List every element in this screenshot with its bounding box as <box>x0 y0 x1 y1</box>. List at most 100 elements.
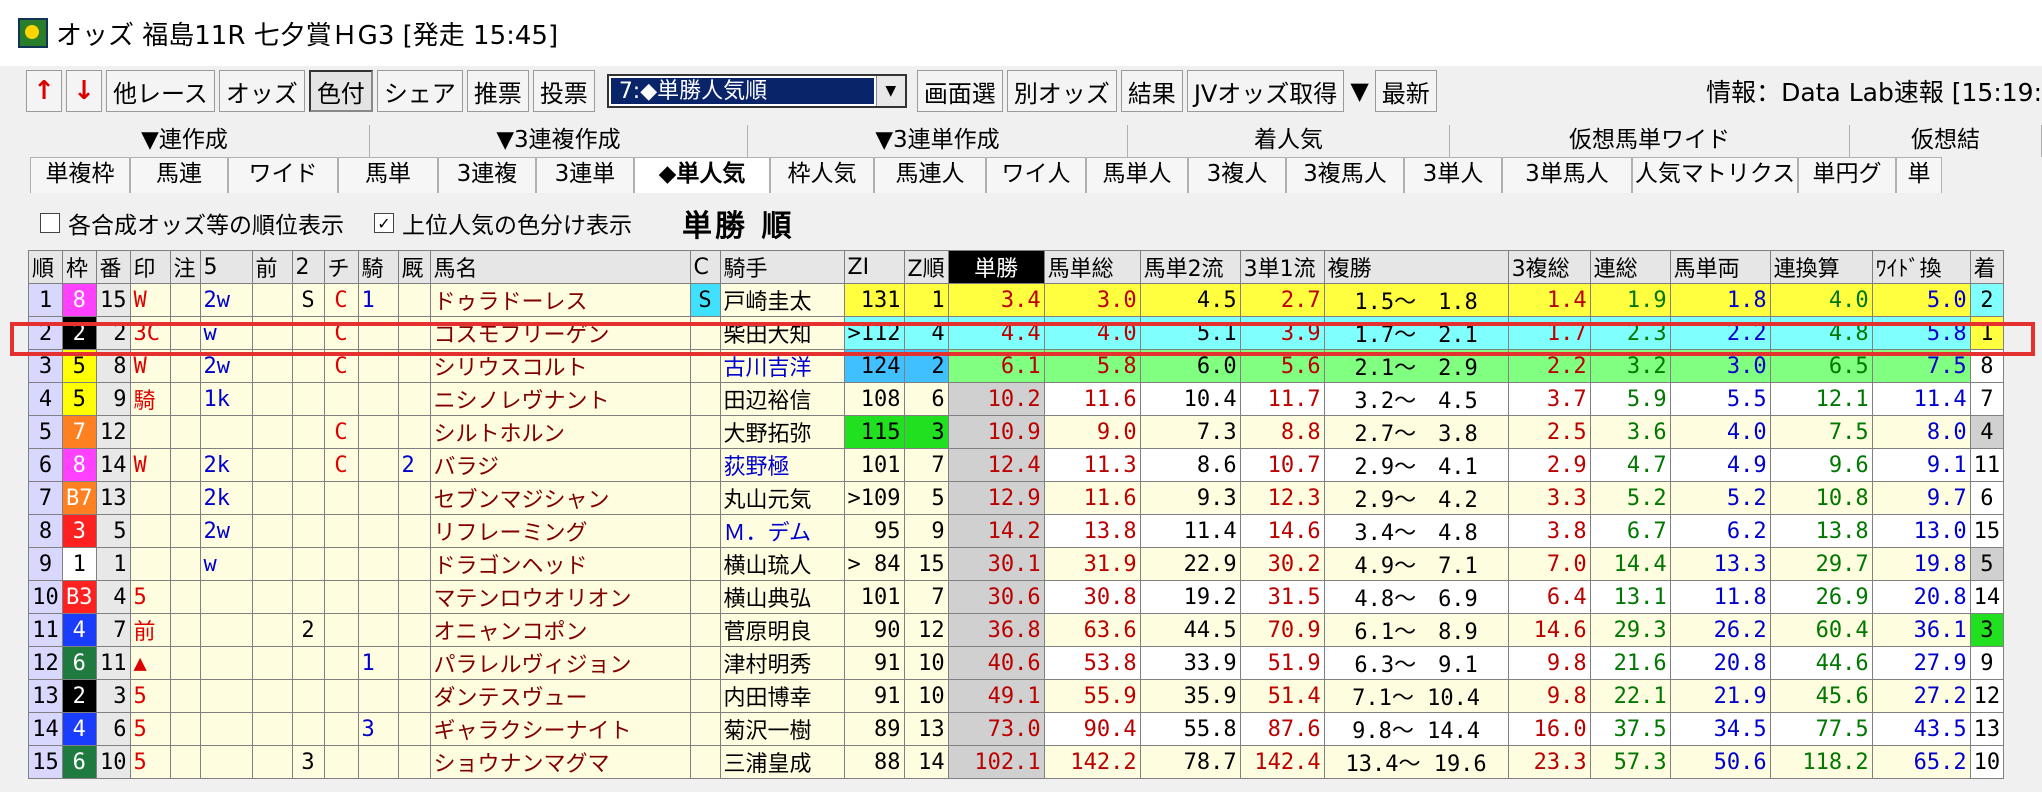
column-header[interactable]: 連換算 <box>1769 250 1873 284</box>
column-header[interactable]: 印 <box>129 250 171 284</box>
column-header[interactable]: 枠 <box>62 250 97 284</box>
table-row[interactable]: 4 5 9 騎 1k ニシノレヴナント 田辺裕信 108 6 10.2 11.6 10.4 11.7 3.… <box>28 382 2005 416</box>
table-cell <box>397 613 431 647</box>
column-header[interactable]: 馬単2流 <box>1139 250 1241 284</box>
suggest-button[interactable]: 推票 <box>466 70 529 112</box>
tab-tan-ninki[interactable]: ◆単人気 <box>634 157 770 193</box>
rank-display-checkbox[interactable] <box>40 213 60 233</box>
table-cell <box>397 514 431 548</box>
column-header[interactable]: 騎手 <box>719 250 845 284</box>
tab-3tan-uma-ninki[interactable]: 3単馬人 <box>1502 157 1632 193</box>
tab-wide-ninki[interactable]: ワイ人 <box>986 157 1086 193</box>
table-cell <box>251 382 293 416</box>
table-cell: 10.7 <box>1239 448 1325 482</box>
tab-tan-en-graph[interactable]: 単円グ <box>1798 157 1896 193</box>
chevron-down-icon[interactable]: ▼ <box>875 76 905 106</box>
column-header[interactable]: 複勝 <box>1323 250 1509 284</box>
tab-umaren-ninki[interactable]: 馬連人 <box>874 157 986 193</box>
table-row[interactable]: 2 2 2 3C w C コスモフリーゲン 柴田大知 >112 4 4.4 4.0 5.1 3.9 1.7〜… <box>28 316 2005 350</box>
column-header[interactable]: 3複総 <box>1507 250 1591 284</box>
column-header[interactable]: 馬単総 <box>1043 250 1141 284</box>
column-header[interactable]: 2 <box>291 250 325 284</box>
column-header[interactable]: 厩 <box>397 250 431 284</box>
tab-group-ren[interactable]: ▼連作成 <box>0 125 370 157</box>
table-row[interactable]: 1 8 15 W 2w S C 1 ドゥラドーレス S 戸崎圭太 131 1 3.4 3.0 4.5 2.7 1.… <box>28 283 2005 317</box>
table-row[interactable]: 8 3 5 2w リフレーミング Ｍ．デム 95 9 14.2 13.8 11.4 14.6 3.4〜 … <box>28 514 2005 548</box>
tab-3puku-uma-ninki[interactable]: 3複馬人 <box>1286 157 1404 193</box>
table-cell: 88 <box>843 745 905 779</box>
column-header[interactable]: 5 <box>199 250 253 284</box>
tab-3renpuku[interactable]: 3連複 <box>438 157 536 193</box>
tab-wide[interactable]: ワイド <box>228 157 338 193</box>
latest-button[interactable]: 最新 <box>1374 70 1437 112</box>
tab-group-chaku[interactable]: 着人気 <box>1128 125 1450 157</box>
table-row[interactable]: 7 B7 13 2k セブンマジシャン 丸山元気 >109 5 12.9 11.6 9.3 12.3 2… <box>28 481 2005 515</box>
column-header[interactable]: 3単1流 <box>1239 250 1325 284</box>
tab-group-kasou[interactable]: 仮想結 <box>1850 125 2042 157</box>
table-cell: 前 <box>129 613 171 647</box>
table-cell: 45.6 <box>1769 679 1873 713</box>
table-row[interactable]: 13 2 3 5 ダンテスヴュー 内田博幸 91 10 49.1 55.9 35.9 51.4 7.1〜… <box>28 679 2005 713</box>
table-row[interactable]: 11 4 7 前 2 オニャンコポン 菅原明良 90 12 36.8 63.6 44.5 70.9 6.1… <box>28 613 2005 647</box>
table-row[interactable]: 10 B3 4 5 マテンロウオリオン 横山典弘 101 7 30.6 30.8 19.2 31.5 4… <box>28 580 2005 614</box>
table-row[interactable]: 12 6 11 ▲ 1 パラレルヴィジョン 津村明秀 91 10 40.6 53.8 33.9 51.9… <box>28 646 2005 680</box>
table-cell: > 84 <box>843 547 905 581</box>
table-row[interactable]: 9 1 1 w ドラゴンヘッド 横山琉人 > 84 15 30.1 31.9 22.9 30.2 4.9… <box>28 547 2005 581</box>
column-header[interactable]: C <box>689 250 721 284</box>
column-header[interactable]: 注 <box>169 250 201 284</box>
down-arrow-button[interactable]: ↓ <box>66 70 102 112</box>
tab-3tan-ninki[interactable]: 3単人 <box>1404 157 1502 193</box>
table-cell: 6.5 <box>1769 349 1873 383</box>
column-header[interactable]: 騎 <box>357 250 399 284</box>
odds-button[interactable]: オッズ <box>218 70 305 112</box>
tab-tan-more[interactable]: 単 <box>1896 157 1942 193</box>
jv-odds-button[interactable]: JVオッズ取得 <box>1186 70 1345 112</box>
column-header[interactable]: 番 <box>95 250 131 284</box>
other-race-button[interactable]: 他レース <box>106 70 215 112</box>
jv-dropdown-button[interactable]: ▼ <box>1348 70 1370 112</box>
tab-group-3rentan[interactable]: ▼3連単作成 <box>748 125 1128 157</box>
tab-ninki-matrix[interactable]: 人気マトリクス <box>1632 157 1798 193</box>
column-header[interactable]: 連総 <box>1589 250 1671 284</box>
column-header[interactable]: 前 <box>251 250 293 284</box>
column-header[interactable]: ZI <box>843 250 905 284</box>
tab-tanpuku-waku[interactable]: 単複枠 <box>30 157 130 193</box>
tab-3puku-ninki[interactable]: 3複人 <box>1188 157 1286 193</box>
table-cell <box>397 481 431 515</box>
tab-3rentan[interactable]: 3連単 <box>536 157 634 193</box>
table-row[interactable]: 15 6 10 5 3 ショウナンマグマ 三浦皇成 88 14 102.1 142.2 78.7 142… <box>28 745 2005 779</box>
tab-umatan-ninki[interactable]: 馬単人 <box>1086 157 1188 193</box>
tab-row-1: ▼連作成 ▼3連複作成 ▼3連単作成 着人気 仮想馬単ワイド 仮想結 <box>0 125 2042 157</box>
other-odds-button[interactable]: 別オッズ <box>1006 70 1117 112</box>
table-cell: シルトホルン <box>429 415 691 449</box>
tab-group-3renpuku[interactable]: ▼3連複作成 <box>370 125 748 157</box>
tab-group-kasou-umatan[interactable]: 仮想馬単ワイド <box>1450 125 1850 157</box>
column-header[interactable]: 馬名 <box>429 250 691 284</box>
tab-umatan[interactable]: 馬単 <box>338 157 438 193</box>
column-header[interactable]: 単勝 <box>947 250 1045 284</box>
table-row[interactable]: 6 8 14 W 2k C 2 バラジ 荻野極 101 7 12.4 11.3 8.6 10.7 2.9〜 4… <box>28 448 2005 482</box>
view-select[interactable]: 7:◆単勝人気順 ▼ <box>606 74 907 108</box>
table-cell <box>323 514 359 548</box>
tab-waku-ninki[interactable]: 枠人気 <box>770 157 874 193</box>
column-header[interactable]: 着 <box>1969 250 2005 284</box>
color-split-checkbox[interactable]: ✓ <box>374 213 394 233</box>
vote-button[interactable]: 投票 <box>532 70 595 112</box>
table-row[interactable]: 3 5 8 W 2w C シリウスコルト 古川吉洋 124 2 6.1 5.8 6.0 5.6 2.1〜 2… <box>28 349 2005 383</box>
color-button[interactable]: 色付 <box>308 70 373 112</box>
column-header[interactable]: Z順 <box>903 250 949 284</box>
screen-select-button[interactable]: 画面選 <box>916 70 1003 112</box>
column-header[interactable]: 馬単両 <box>1669 250 1771 284</box>
table-cell: 1 <box>1969 316 2005 350</box>
table-cell: 142.4 <box>1239 745 1325 779</box>
share-button[interactable]: シェア <box>376 70 463 112</box>
column-header[interactable]: ﾜｲﾄﾞ換 <box>1871 250 1971 284</box>
column-header[interactable]: 順 <box>28 250 63 284</box>
table-row[interactable]: 14 4 6 5 3 ギャラクシーナイト 菊沢一樹 89 13 73.0 90.4 55.8 87.6 9… <box>28 712 2005 746</box>
table-row[interactable]: 5 7 12 C シルトホルン 大野拓弥 115 3 10.9 9.0 7.3 8.8 2.7〜 3.8… <box>28 415 2005 449</box>
result-button[interactable]: 結果 <box>1120 70 1183 112</box>
tab-umaren[interactable]: 馬連 <box>130 157 228 193</box>
up-arrow-button[interactable]: ↑ <box>26 70 62 112</box>
column-header[interactable]: チ <box>323 250 359 284</box>
color-split-label: 上位人気の色分け表示 <box>402 213 632 239</box>
